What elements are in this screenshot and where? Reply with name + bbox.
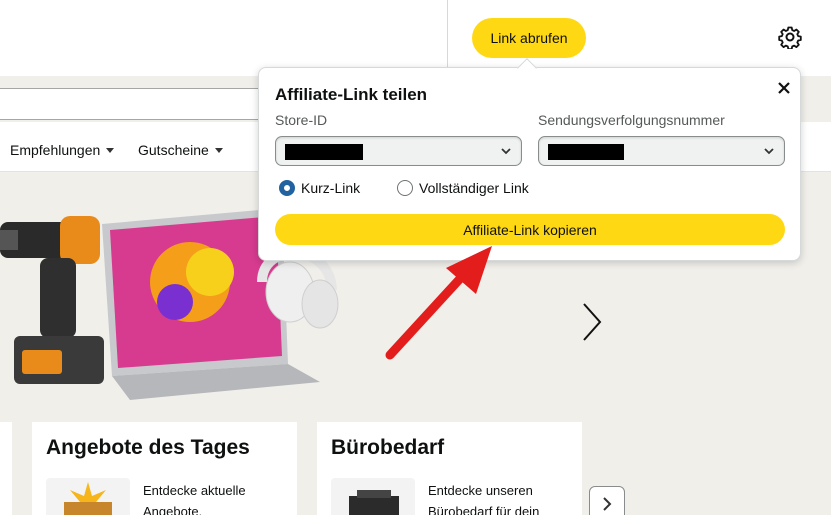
drill-image — [0, 216, 104, 384]
store-id-label: Store-ID — [275, 112, 328, 128]
popup-title: Affiliate-Link teilen — [275, 85, 428, 104]
carousel-next-icon[interactable] — [580, 300, 604, 344]
card-buerobedarf[interactable]: Bürobedarf Entdecke unseren Bürobedarf f… — [317, 422, 582, 515]
get-link-button[interactable]: Link abrufen — [472, 18, 586, 58]
chevron-right-icon — [603, 497, 612, 511]
nav-item-label: Empfehlungen — [10, 142, 101, 158]
share-affiliate-link-popup: Affiliate-Link teilen Store-ID Sendungsv… — [258, 67, 801, 261]
printer-image — [349, 490, 399, 515]
annotation-arrow-icon — [385, 246, 492, 360]
redacted-value — [285, 144, 363, 160]
cards-scroll-right-button[interactable] — [589, 486, 625, 515]
radio-button[interactable] — [397, 180, 413, 196]
card-image — [46, 478, 130, 515]
tracking-id-label: Sendungsverfolgungsnummer — [538, 112, 725, 128]
nav-item-empfehlungen[interactable]: Empfehlungen — [10, 142, 115, 158]
card-title: Bürobedarf — [331, 436, 445, 459]
card-image — [331, 478, 415, 515]
redacted-value — [548, 144, 624, 160]
store-id-select[interactable] — [275, 136, 522, 166]
radio-button-checked[interactable] — [279, 180, 295, 196]
deal-box-image — [60, 482, 116, 515]
radio-label: Kurz-Link — [301, 180, 361, 196]
close-icon[interactable] — [774, 78, 794, 98]
extension-toolbar: Link abrufen — [0, 0, 831, 76]
radio-full-link[interactable]: Vollständiger Link — [397, 180, 529, 196]
tracking-id-select[interactable] — [538, 136, 785, 166]
card-title: Angebote des Tages — [46, 436, 250, 459]
search-input[interactable] — [0, 88, 300, 120]
caret-down-icon — [106, 147, 115, 153]
card-description: Entdecke unseren Bürobedarf für dein — [428, 483, 540, 515]
radio-short-link[interactable]: Kurz-Link — [279, 180, 360, 196]
card-partial-left[interactable] — [0, 422, 12, 515]
chevron-down-icon — [501, 148, 511, 155]
radio-label: Vollständiger Link — [419, 180, 529, 196]
nav-item-gutscheine[interactable]: Gutscheine — [138, 142, 223, 158]
card-angebote[interactable]: Angebote des Tages Entdecke aktuelle Ang… — [32, 422, 297, 515]
copy-affiliate-link-button[interactable]: Affiliate-Link kopieren — [275, 214, 785, 245]
card-description: Entdecke aktuelle Angebote. — [143, 483, 246, 515]
toolbar-divider — [447, 0, 448, 76]
gear-icon[interactable] — [778, 25, 802, 49]
chevron-down-icon — [764, 148, 774, 155]
caret-down-icon — [214, 147, 223, 153]
nav-item-label: Gutscheine — [138, 142, 209, 158]
